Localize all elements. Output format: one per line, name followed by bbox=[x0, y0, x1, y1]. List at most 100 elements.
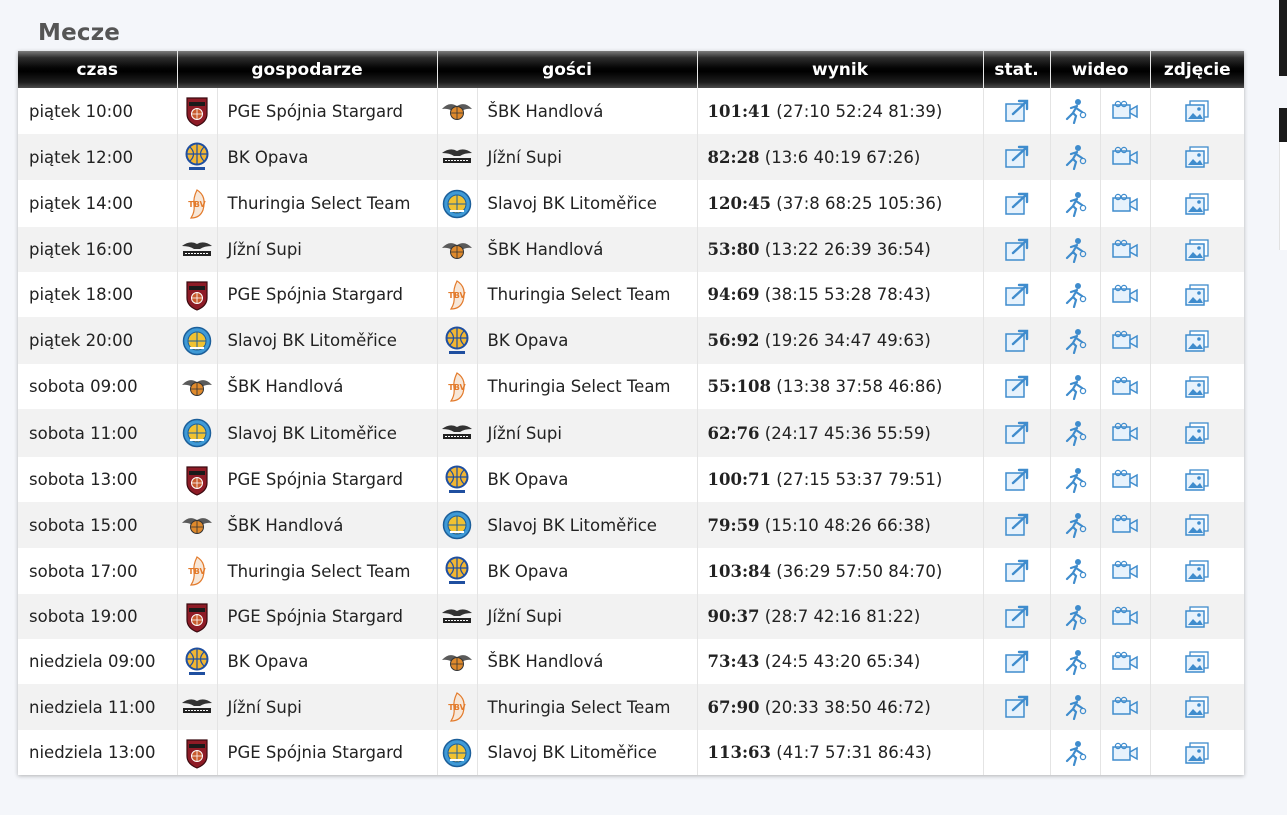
icon-graphic bbox=[1185, 741, 1209, 764]
player-video-icon[interactable] bbox=[1063, 328, 1087, 354]
match-result: 82:28 (13:6 40:19 67:26) bbox=[697, 134, 984, 180]
icon-graphic bbox=[1185, 560, 1209, 582]
right-edge-panel bbox=[1279, 0, 1287, 76]
stats-cell bbox=[983, 88, 1051, 134]
player-video-icon[interactable] bbox=[1063, 282, 1087, 308]
away-team-logo bbox=[437, 409, 478, 457]
away-team-name: Jížní Supi bbox=[477, 594, 698, 639]
video-camera-icon[interactable] bbox=[1111, 330, 1139, 349]
video-highlights-cell bbox=[1050, 88, 1101, 134]
icon-graphic bbox=[186, 602, 208, 633]
player-video-icon[interactable] bbox=[1063, 513, 1087, 538]
video-camera-icon[interactable] bbox=[1111, 239, 1139, 258]
photo-gallery-icon[interactable] bbox=[1184, 560, 1210, 582]
player-video-icon[interactable] bbox=[1063, 695, 1087, 720]
final-score: 79:59 bbox=[707, 515, 760, 535]
video-camera-icon[interactable] bbox=[1111, 100, 1139, 120]
icon-graphic bbox=[442, 738, 472, 767]
final-score: 56:92 bbox=[707, 331, 760, 350]
video-camera-icon[interactable] bbox=[1111, 696, 1139, 716]
video-camera-icon[interactable] bbox=[1111, 376, 1139, 395]
final-score: 120:45 bbox=[707, 194, 772, 213]
video-camera-icon[interactable] bbox=[1111, 606, 1139, 625]
player-video-icon[interactable] bbox=[1063, 237, 1087, 263]
photo-gallery-icon[interactable] bbox=[1184, 468, 1210, 491]
icon-graphic bbox=[445, 556, 469, 584]
video-full-cell bbox=[1100, 457, 1151, 502]
player-video-icon[interactable] bbox=[1063, 740, 1087, 766]
stats-link-icon[interactable] bbox=[1004, 329, 1030, 352]
stats-link-icon[interactable] bbox=[1004, 605, 1030, 628]
player-video-icon[interactable] bbox=[1063, 649, 1087, 675]
icon-graphic bbox=[1065, 191, 1087, 217]
stats-link-icon[interactable] bbox=[1004, 650, 1030, 673]
player-video-icon[interactable] bbox=[1063, 559, 1087, 584]
photo-gallery-icon[interactable] bbox=[1184, 238, 1210, 261]
away-team-logo bbox=[437, 180, 478, 227]
stats-link-icon[interactable] bbox=[1004, 375, 1030, 398]
player-video-icon[interactable] bbox=[1063, 467, 1087, 493]
header-wideo: wideo bbox=[1050, 51, 1151, 88]
player-video-icon[interactable] bbox=[1063, 421, 1087, 446]
stats-link-icon[interactable] bbox=[1004, 468, 1030, 491]
icon-graphic bbox=[1065, 328, 1087, 354]
header-stat: stat. bbox=[983, 51, 1051, 88]
photo-gallery-icon[interactable] bbox=[1184, 329, 1210, 352]
video-camera-icon[interactable] bbox=[1111, 651, 1139, 670]
away-team-logo bbox=[437, 594, 478, 639]
photo-gallery-icon[interactable] bbox=[1184, 192, 1210, 215]
stats-link-icon[interactable] bbox=[1004, 421, 1030, 444]
video-camera-icon[interactable] bbox=[1111, 742, 1139, 761]
away-team-name: BK Opava bbox=[477, 548, 698, 594]
away-team-logo: TBV bbox=[437, 364, 478, 409]
stats-link-icon[interactable] bbox=[1004, 695, 1030, 718]
match-time: sobota 19:00 bbox=[18, 594, 178, 639]
photo-gallery-icon[interactable] bbox=[1184, 283, 1210, 306]
icon-graphic bbox=[1004, 238, 1028, 261]
icon-graphic bbox=[1112, 651, 1138, 670]
photo-gallery-icon[interactable] bbox=[1184, 741, 1210, 764]
icon-graphic bbox=[182, 379, 212, 396]
photo-cell bbox=[1150, 639, 1245, 684]
stats-link-icon[interactable] bbox=[1004, 283, 1030, 306]
player-video-icon[interactable] bbox=[1063, 191, 1087, 217]
video-camera-icon[interactable] bbox=[1111, 284, 1139, 303]
away-team-name: Jížní Supi bbox=[477, 134, 698, 180]
match-time: sobota 17:00 bbox=[18, 548, 178, 594]
stats-link-icon[interactable] bbox=[1004, 99, 1030, 122]
video-full-cell bbox=[1100, 272, 1151, 317]
video-camera-icon[interactable] bbox=[1111, 560, 1139, 580]
photo-gallery-icon[interactable] bbox=[1184, 696, 1210, 718]
player-video-icon[interactable] bbox=[1063, 374, 1087, 400]
photo-gallery-icon[interactable] bbox=[1184, 375, 1210, 398]
video-camera-icon[interactable] bbox=[1111, 422, 1139, 442]
stats-link-icon[interactable] bbox=[1004, 145, 1030, 168]
icon-graphic bbox=[1185, 238, 1209, 261]
stats-cell bbox=[983, 134, 1051, 180]
video-camera-icon[interactable] bbox=[1111, 146, 1139, 166]
stats-link-icon[interactable] bbox=[1004, 559, 1030, 582]
photo-gallery-icon[interactable] bbox=[1184, 422, 1210, 444]
photo-gallery-icon[interactable] bbox=[1184, 605, 1210, 628]
stats-link-icon[interactable] bbox=[1004, 513, 1030, 536]
icon-graphic bbox=[442, 654, 473, 671]
video-camera-icon[interactable] bbox=[1111, 514, 1139, 534]
photo-gallery-icon[interactable] bbox=[1184, 100, 1210, 122]
stats-link-icon[interactable] bbox=[1004, 238, 1030, 261]
video-full-cell bbox=[1100, 548, 1151, 594]
photo-gallery-icon[interactable] bbox=[1184, 514, 1210, 536]
icon-graphic bbox=[1004, 650, 1028, 673]
home-team-name: PGE Spójnia Stargard bbox=[217, 272, 438, 317]
photo-gallery-icon[interactable] bbox=[1184, 146, 1210, 168]
table-header-row: czas gospodarze gości wynik stat. wideo … bbox=[18, 51, 1245, 88]
icon-graphic bbox=[1185, 514, 1209, 536]
video-camera-icon[interactable] bbox=[1111, 469, 1139, 488]
player-video-icon[interactable] bbox=[1063, 604, 1087, 630]
table-row: sobota 11:00 Slavoj BK Litoměřice Jížní Su… bbox=[18, 409, 1245, 457]
player-video-icon[interactable] bbox=[1063, 145, 1087, 170]
video-camera-icon[interactable] bbox=[1111, 193, 1139, 212]
player-video-icon[interactable] bbox=[1063, 99, 1087, 124]
stats-link-icon[interactable] bbox=[1004, 192, 1030, 215]
icon-graphic bbox=[1112, 560, 1138, 579]
photo-gallery-icon[interactable] bbox=[1184, 650, 1210, 673]
